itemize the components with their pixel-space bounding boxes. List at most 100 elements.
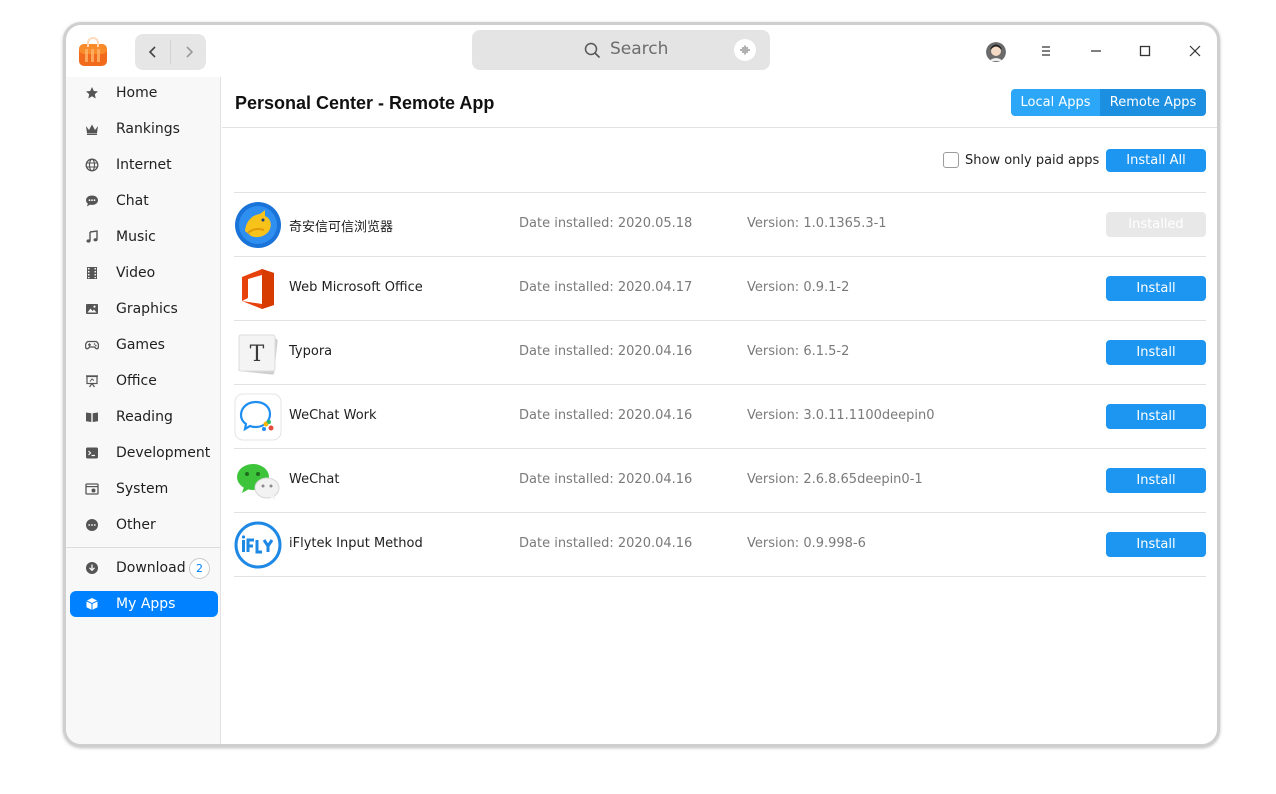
iflytek-app-icon	[234, 521, 282, 569]
sidebar-item-my-apps[interactable]: My Apps	[70, 591, 218, 617]
chevron-left-icon	[148, 46, 156, 58]
app-version: Version: 1.0.1365.3-1	[747, 216, 887, 231]
install-button[interactable]: Install	[1106, 468, 1206, 493]
app-version: Version: 2.6.8.65deepin0-1	[747, 472, 923, 487]
sidebar-item-label: Internet	[116, 157, 172, 173]
maximize-button[interactable]	[1133, 39, 1157, 63]
terminal-icon	[84, 445, 100, 461]
sidebar-item-rankings[interactable]: Rankings	[70, 116, 218, 142]
more-dots-icon	[84, 517, 100, 533]
crown-icon	[84, 121, 100, 137]
close-button[interactable]	[1183, 39, 1207, 63]
app-row-typora: T Typora Date installed: 2020.04.16 Vers…	[234, 321, 1206, 385]
sidebar-item-video[interactable]: Video	[70, 260, 218, 286]
app-row-iflytek: iFlytek Input Method Date installed: 202…	[234, 513, 1206, 577]
wechat-work-app-icon	[234, 393, 282, 441]
sidebar-item-label: Office	[116, 373, 157, 389]
header-divider	[222, 127, 1217, 128]
sidebar-item-reading[interactable]: Reading	[70, 404, 218, 430]
sidebar-item-label: Video	[116, 265, 156, 281]
forward-button[interactable]	[171, 34, 206, 70]
app-store-logo-icon	[78, 37, 108, 67]
sidebar-item-label: Other	[116, 517, 156, 533]
app-row-wechat: WeChat Date installed: 2020.04.16 Versio…	[234, 449, 1206, 513]
apps-source-tabs: Local Apps Remote Apps	[1011, 89, 1206, 116]
sidebar-item-label: My Apps	[116, 596, 176, 612]
app-install-date: Date installed: 2020.04.16	[519, 408, 693, 423]
presentation-icon	[84, 373, 100, 389]
sidebar-item-label: Download	[116, 560, 186, 576]
app-name: Typora	[289, 344, 333, 359]
sidebar-item-music[interactable]: Music	[70, 224, 218, 250]
app-name: WeChat Work	[289, 408, 377, 423]
minimize-icon	[1091, 50, 1101, 52]
download-icon	[84, 560, 100, 576]
sidebar-item-graphics[interactable]: Graphics	[70, 296, 218, 322]
install-button[interactable]: Install	[1106, 276, 1206, 301]
app-install-date: Date installed: 2020.04.16	[519, 472, 693, 487]
voice-wave-icon	[740, 45, 750, 55]
app-store-window: Search Home Rankings Internet Chat Music…	[63, 22, 1220, 747]
sidebar-item-label: Reading	[116, 409, 173, 425]
user-avatar[interactable]	[986, 42, 1006, 62]
voice-search-button[interactable]	[734, 39, 756, 61]
search-placeholder: Search	[610, 39, 669, 59]
sidebar-item-label: Rankings	[116, 121, 180, 137]
app-version: Version: 0.9.998-6	[747, 536, 866, 551]
paid-only-label: Show only paid apps	[965, 152, 1100, 168]
sidebar-item-system[interactable]: System	[70, 476, 218, 502]
app-name: Web Microsoft Office	[289, 280, 423, 295]
sidebar-item-label: Chat	[116, 193, 149, 209]
tab-remote-apps[interactable]: Remote Apps	[1100, 89, 1206, 116]
sidebar-item-development[interactable]: Development	[70, 440, 218, 466]
search-icon	[584, 42, 601, 59]
music-note-icon	[84, 229, 100, 245]
sidebar-divider	[66, 547, 221, 548]
back-button[interactable]	[135, 34, 170, 70]
sidebar-item-home[interactable]: Home	[70, 80, 218, 106]
sidebar-item-label: Development	[116, 445, 211, 461]
sidebar-item-label: Graphics	[116, 301, 178, 317]
main-menu-button[interactable]	[1034, 39, 1058, 63]
globe-icon	[84, 157, 100, 173]
image-icon	[84, 301, 100, 317]
paid-only-checkbox[interactable]	[943, 152, 959, 168]
app-install-date: Date installed: 2020.04.16	[519, 536, 693, 551]
qianxin-browser-app-icon	[234, 201, 282, 249]
search-box[interactable]: Search	[472, 30, 770, 70]
package-icon	[84, 596, 100, 612]
hamburger-menu-icon	[1042, 46, 1050, 56]
wechat-app-icon	[234, 457, 282, 505]
install-button[interactable]: Install	[1106, 532, 1206, 557]
app-version: Version: 3.0.11.1100deepin0	[747, 408, 935, 423]
tab-local-apps[interactable]: Local Apps	[1011, 89, 1100, 116]
app-install-date: Date installed: 2020.04.17	[519, 280, 693, 295]
minimize-button[interactable]	[1084, 39, 1108, 63]
install-button[interactable]: Install	[1106, 404, 1206, 429]
install-all-button[interactable]: Install All	[1106, 149, 1206, 172]
chevron-right-icon	[185, 46, 193, 58]
app-version: Version: 0.9.1-2	[747, 280, 850, 295]
film-icon	[84, 265, 100, 281]
system-icon	[84, 481, 100, 497]
app-install-date: Date installed: 2020.04.16	[519, 344, 693, 359]
sidebar-item-other[interactable]: Other	[70, 512, 218, 538]
sidebar-item-games[interactable]: Games	[70, 332, 218, 358]
paid-only-option[interactable]: Show only paid apps	[943, 152, 1099, 168]
sidebar-item-label: System	[116, 481, 169, 497]
app-name: WeChat	[289, 472, 340, 487]
navigation-buttons	[135, 34, 206, 70]
sidebar-item-office[interactable]: Office	[70, 368, 218, 394]
sidebar-item-chat[interactable]: Chat	[70, 188, 218, 214]
chat-bubble-icon	[84, 193, 100, 209]
book-icon	[84, 409, 100, 425]
titlebar: Search	[66, 25, 1217, 77]
app-row-wechat-work: WeChat Work Date installed: 2020.04.16 V…	[234, 385, 1206, 449]
sidebar: Home Rankings Internet Chat Music Video …	[66, 77, 221, 744]
sidebar-item-download[interactable]: Download 2	[70, 555, 218, 581]
install-button[interactable]: Install	[1106, 340, 1206, 365]
close-icon	[1189, 45, 1201, 57]
sidebar-item-label: Home	[116, 85, 158, 101]
sidebar-item-internet[interactable]: Internet	[70, 152, 218, 178]
maximize-icon	[1139, 45, 1151, 57]
